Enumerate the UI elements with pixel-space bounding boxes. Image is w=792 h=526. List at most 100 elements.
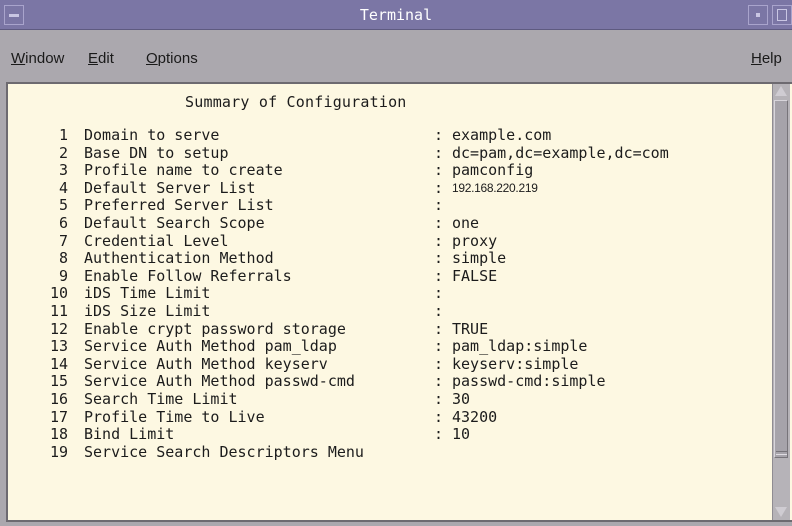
menu-options-label: ptions: [157, 50, 198, 67]
config-row-label: iDS Time Limit: [84, 284, 211, 303]
config-row: 16 Search Time Limit:30: [8, 390, 772, 408]
config-row-label: Enable crypt password storage: [84, 319, 346, 338]
config-row-label: Service Auth Method passwd-cmd: [84, 372, 355, 391]
config-row-value: FALSE: [452, 266, 498, 285]
config-row-value: keyserv:simple: [452, 354, 579, 373]
minimize-icon[interactable]: [748, 5, 768, 25]
config-row-value: 43200: [452, 407, 498, 426]
config-row-number: 8: [58, 249, 68, 268]
config-row-separator: :: [434, 249, 444, 268]
config-row-label: Default Server List: [84, 178, 256, 197]
config-row-number: 2: [58, 143, 68, 162]
config-row-label: Default Search Scope: [84, 214, 265, 232]
config-row: 11 iDS Size Limit:: [8, 302, 772, 320]
config-row-value: pamconfig: [452, 161, 534, 180]
menu-edit[interactable]: Edit: [88, 50, 114, 67]
config-row-number: 5: [58, 196, 68, 215]
menu-options[interactable]: Options: [146, 50, 198, 67]
config-row-separator: :: [434, 231, 444, 250]
config-row: 2 Base DN to setup: dc=pam,dc=example,dc=c…: [8, 144, 772, 162]
menu-window-mnemonic: W: [11, 50, 26, 67]
config-row-number: 3: [58, 161, 68, 180]
config-row-label: Profile Time to Live: [84, 407, 265, 426]
config-row-value: 30: [452, 390, 471, 408]
config-row-value: one: [452, 214, 480, 232]
config-row-separator: :: [434, 302, 444, 320]
config-row-number: 16: [49, 390, 68, 408]
config-row-label: Credential Level: [84, 231, 229, 250]
config-row-value: 192.168.220.219: [452, 180, 538, 195]
config-row-label: Service Search Descriptors Menu: [84, 442, 364, 461]
config-row-value: 10: [452, 425, 471, 444]
config-row-number: 4: [58, 178, 68, 197]
window-title: Terminal: [359, 6, 433, 24]
config-row: 3 Profile name to create: pamconfig: [8, 161, 772, 179]
config-row-number: 13: [49, 337, 68, 356]
config-row: 17 Profile Time to Live:43200: [8, 408, 772, 426]
maximize-icon[interactable]: [772, 5, 792, 25]
config-row-number: 9: [58, 266, 68, 285]
scrollbar-thumb[interactable]: [774, 100, 788, 458]
config-row-separator: :: [434, 196, 444, 215]
config-row: 14 Service Auth Method keyserv: keyserv:si…: [8, 355, 772, 373]
config-row-separator: :: [434, 266, 444, 285]
config-row-label: Bind Limit: [84, 425, 175, 444]
menu-help-label: elp: [761, 50, 782, 67]
config-row-value: proxy: [452, 231, 498, 250]
config-row-value: passwd-cmd:simple: [452, 372, 606, 391]
config-row-separator: :: [434, 372, 444, 391]
vertical-scrollbar[interactable]: [772, 84, 790, 520]
config-row-label: Search Time Limit: [84, 390, 238, 408]
config-row-value: example.com: [452, 126, 552, 144]
config-row-separator: :: [434, 407, 444, 426]
config-row-number: 17: [49, 407, 68, 426]
config-row-label: Authentication Method: [84, 249, 274, 268]
config-row: 9 Enable Follow Referrals: FALSE: [8, 267, 772, 285]
scrollbar-grip: [776, 451, 787, 455]
config-row: 10 iDS Time Limit:: [8, 284, 772, 302]
terminal-window: Terminal Window Edit Options Help Summar…: [0, 0, 792, 526]
config-row: 12 Enable crypt password storage: TRUE: [8, 320, 772, 338]
menu-bar: Window Edit Options Help: [0, 30, 792, 82]
config-row-number: 15: [49, 372, 68, 391]
menu-help[interactable]: Help: [751, 50, 782, 67]
config-row-label: Domain to serve: [84, 126, 220, 144]
config-row-number: 14: [49, 354, 68, 373]
config-row-separator: :: [434, 161, 444, 180]
config-row-separator: :: [434, 214, 444, 232]
config-row-number: 19: [49, 442, 68, 461]
summary-heading: Summary of Configuration: [185, 93, 407, 111]
config-row: 6 Default Search Scope: one: [8, 214, 772, 232]
config-row-label: Enable Follow Referrals: [84, 266, 292, 285]
config-row: 19 Service Search Descriptors Menu: [8, 443, 772, 461]
config-row-number: 6: [58, 214, 68, 232]
config-row: 5 Preferred Server List:: [8, 196, 772, 214]
title-bar[interactable]: Terminal: [0, 0, 792, 30]
config-row-separator: :: [434, 390, 444, 408]
config-row-number: 11: [49, 302, 68, 320]
config-row: 15 Service Auth Method passwd-cmd: passwd-…: [8, 372, 772, 390]
config-row-value: TRUE: [452, 319, 489, 338]
config-row: 7 Credential Level: proxy: [8, 232, 772, 250]
config-row: 18 Bind Limit:10: [8, 425, 772, 443]
config-row-value: dc=pam,dc=example,dc=com: [452, 143, 669, 162]
config-row-label: Service Auth Method pam_ldap: [84, 337, 337, 356]
menu-options-mnemonic: O: [146, 50, 158, 67]
config-row-number: 7: [58, 231, 68, 250]
config-row-value: simple: [452, 249, 507, 268]
menu-help-mnemonic: H: [751, 50, 762, 67]
config-row: 8 Authentication Method: simple: [8, 249, 772, 267]
config-row-separator: :: [434, 319, 444, 338]
config-row-separator: :: [434, 425, 444, 444]
arrow-up-icon[interactable]: [775, 86, 787, 96]
terminal-text-area[interactable]: Summary of Configuration 1 Domain to serv…: [8, 84, 772, 520]
config-row: 4 Default Server List:192.168.220.219: [8, 179, 772, 197]
menu-window[interactable]: Window: [11, 50, 64, 67]
config-row-separator: :: [434, 354, 444, 373]
config-row-label: Profile name to create: [84, 161, 283, 180]
config-row-number: 10: [49, 284, 68, 303]
config-row-separator: :: [434, 337, 444, 356]
menu-edit-label: dit: [98, 50, 114, 67]
config-row-separator: :: [434, 178, 444, 197]
arrow-down-icon[interactable]: [775, 507, 787, 517]
